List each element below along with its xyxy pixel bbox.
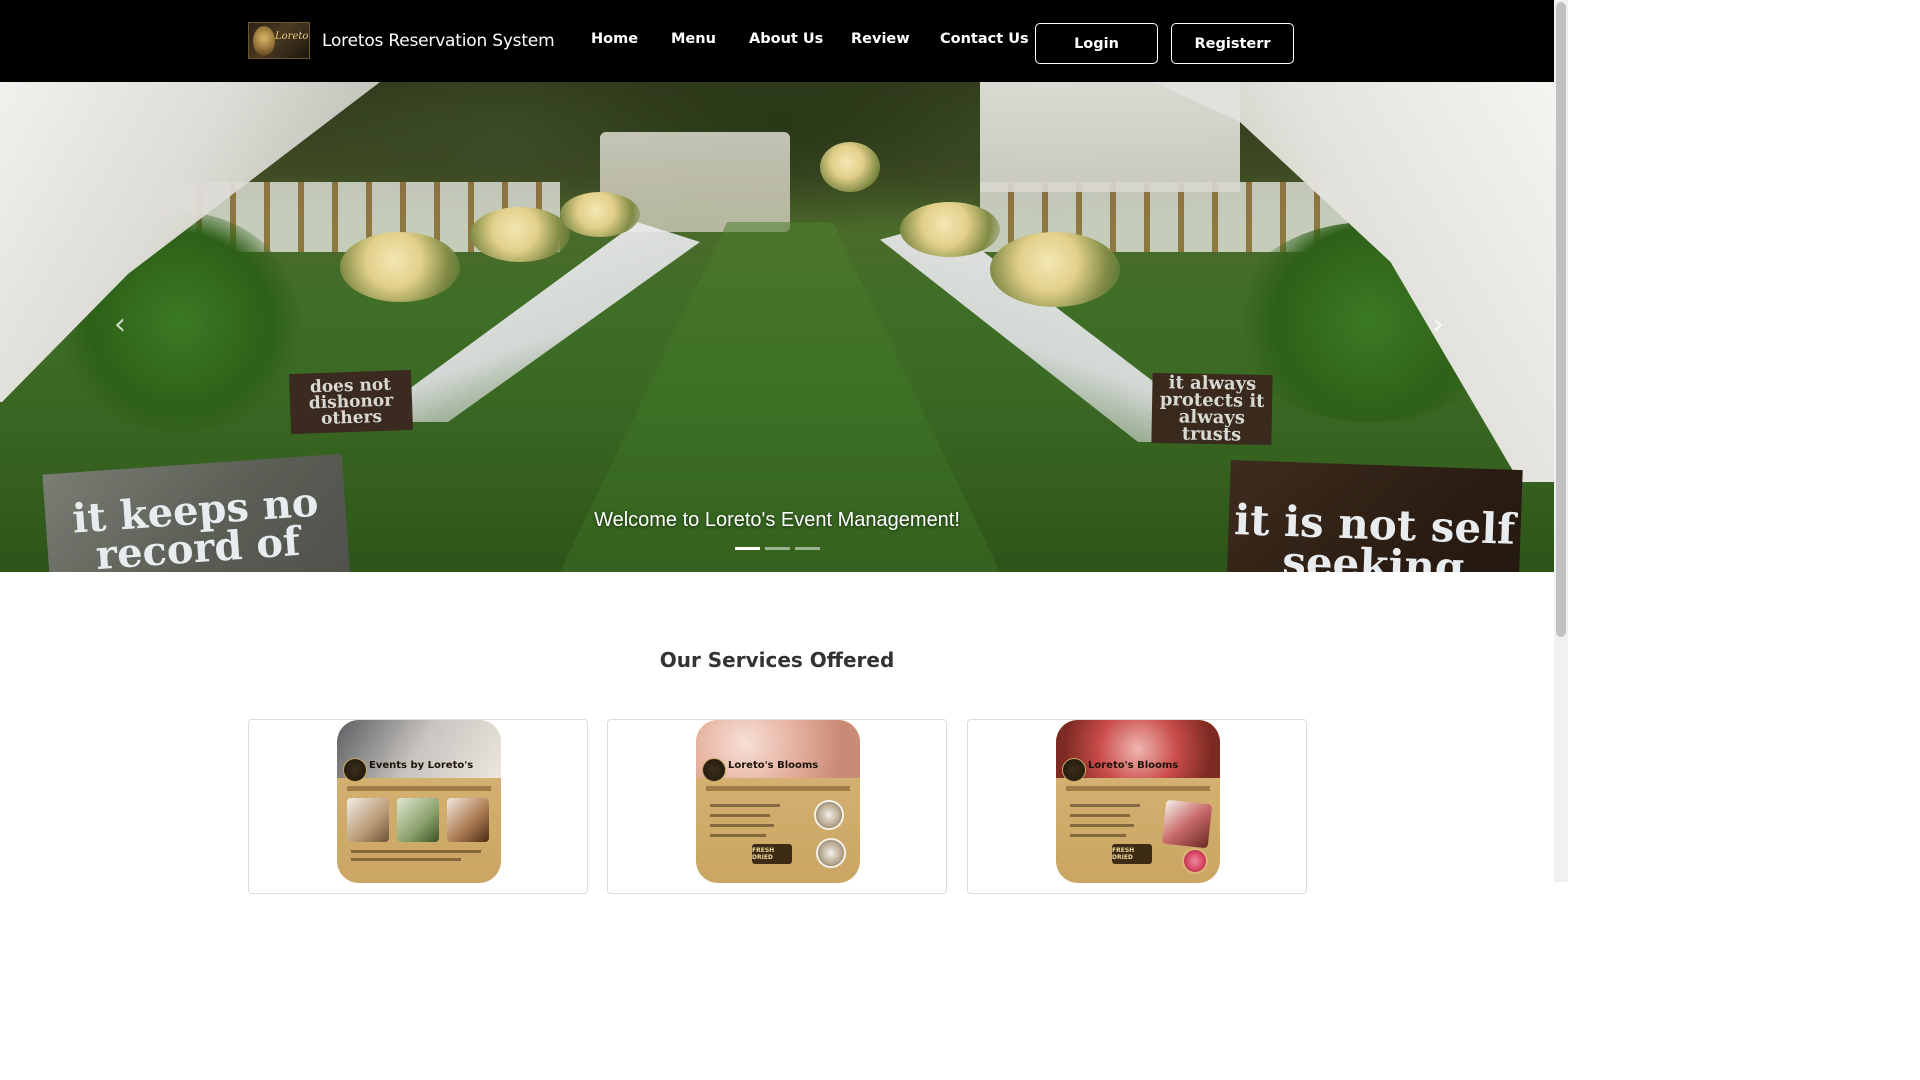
service-poster-wedding-flowers[interactable]: Loreto's Blooms FRESH DRIED (696, 720, 860, 883)
nav-link-home[interactable]: Home (591, 31, 638, 47)
login-button[interactable]: Login (1035, 23, 1158, 64)
brand-logo[interactable]: Loreto's (248, 22, 310, 59)
rose-icon (1182, 848, 1208, 874)
poster-logo-icon (1062, 758, 1086, 782)
register-button[interactable]: Registerr (1171, 23, 1294, 64)
navbar: Loreto's Loretos Reservation System Home… (0, 0, 1554, 82)
sign-small-right: it always protects it always trusts (1151, 372, 1273, 446)
logo-portrait-icon (253, 26, 275, 56)
poster-title: Loreto's Blooms (1088, 760, 1179, 771)
poster-photo (347, 798, 389, 842)
carousel-next-icon[interactable]: › (1418, 304, 1458, 344)
poster-photo (397, 798, 439, 842)
scrollbar-thumb[interactable] (1556, 2, 1566, 637)
carousel-indicator-1[interactable] (735, 547, 760, 550)
poster-photo (447, 798, 489, 842)
services-title: Our Services Offered (659, 648, 895, 672)
poster-title: Events by Loreto's (369, 760, 474, 771)
nav-link-menu[interactable]: Menu (671, 31, 716, 47)
nav-link-about-us[interactable]: About Us (749, 31, 823, 47)
flower-thumb (816, 838, 846, 868)
fresh-dried-badge: FRESH DRIED (1112, 844, 1152, 864)
flower-thumb (814, 800, 844, 830)
poster-title: Loreto's Blooms (728, 760, 819, 771)
page-scrollbar[interactable] (1554, 0, 1568, 882)
bouquet-photo (1161, 799, 1213, 849)
nav-link-review[interactable]: Review (851, 31, 910, 47)
hero-caption: Welcome to Loreto's Event Management! (594, 509, 960, 531)
service-card-money-bouquet[interactable]: Loreto's Blooms FRESH DRIED (967, 719, 1307, 894)
service-card-events[interactable]: Events by Loreto's (248, 719, 588, 894)
carousel-prev-icon[interactable]: ‹ (100, 304, 140, 344)
logo-text: Loreto's (275, 31, 309, 42)
poster-logo-icon (343, 758, 367, 782)
fresh-dried-badge: FRESH DRIED (752, 844, 792, 864)
carousel-indicator-3[interactable] (795, 547, 820, 550)
nav-link-contact-us[interactable]: Contact Us (940, 31, 1029, 47)
poster-logo-icon (702, 758, 726, 782)
service-poster-events[interactable]: Events by Loreto's (337, 720, 501, 883)
service-poster-money-bouquet[interactable]: Loreto's Blooms FRESH DRIED (1056, 720, 1220, 883)
hero-image: does not dishonor others it always prote… (0, 82, 1554, 572)
brand[interactable]: Loreto's Loretos Reservation System (248, 22, 555, 59)
hero-carousel: does not dishonor others it always prote… (0, 82, 1554, 572)
carousel-indicators (735, 547, 820, 550)
sign-small-left: does not dishonor others (288, 369, 414, 435)
service-card-wedding-flowers[interactable]: Loreto's Blooms FRESH DRIED (607, 719, 947, 894)
brand-name[interactable]: Loretos Reservation System (322, 31, 555, 51)
carousel-indicator-2[interactable] (765, 547, 790, 550)
